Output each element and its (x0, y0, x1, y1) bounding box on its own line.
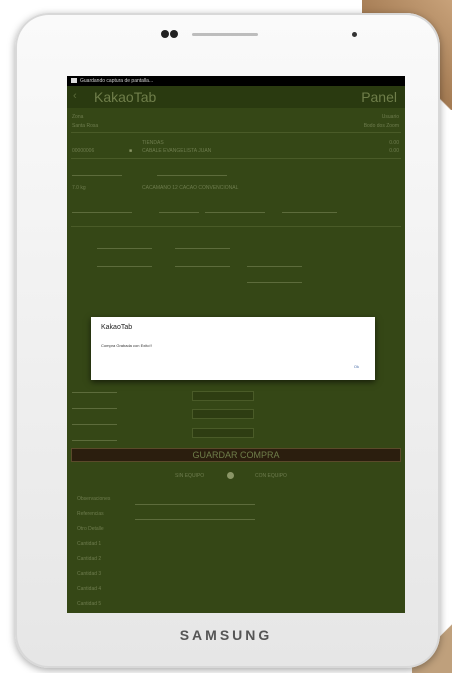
quantity-field[interactable] (72, 204, 132, 213)
notes-field[interactable] (135, 496, 255, 505)
note-label: Otro Detalle (77, 526, 104, 532)
entry-field[interactable] (72, 400, 117, 409)
user-value: Bodo dos Zoom (363, 123, 399, 129)
zone-value: Santa Rosa (72, 123, 99, 129)
entry-field[interactable] (72, 384, 117, 393)
panel-button[interactable]: Panel (361, 89, 397, 105)
app-bar: ‹ KakaoTab Panel (67, 86, 405, 108)
save-purchase-button[interactable]: GUARDAR COMPRA (71, 448, 401, 462)
discount-field[interactable] (282, 204, 337, 213)
price-field[interactable] (157, 167, 227, 176)
status-bar: Guardando captura de pantalla... (67, 76, 405, 86)
note-label: Cantidad 5 (77, 601, 102, 607)
status-text: Guardando captura de pantalla... (80, 78, 154, 84)
divider (71, 158, 401, 159)
humidity-field[interactable] (205, 204, 265, 213)
back-arrow-icon[interactable]: ‹ (73, 90, 77, 102)
input-box[interactable] (192, 428, 254, 438)
radio-with-label: CON EQUIPO (255, 473, 287, 479)
note-label: Cantidad 1 (77, 541, 102, 547)
unit-field[interactable] (159, 204, 199, 213)
input-box[interactable] (192, 409, 254, 419)
device-brand: SAMSUNG (179, 627, 273, 643)
client-marker-icon: ■ (129, 148, 133, 154)
amount-2: 0.00 (389, 148, 399, 154)
note-label: Cantidad 2 (77, 556, 102, 562)
notes-field[interactable] (135, 511, 255, 520)
light-sensor (352, 32, 357, 37)
note-label: Cantidad 3 (77, 571, 102, 577)
divider (71, 226, 401, 227)
weight-field[interactable] (72, 167, 122, 176)
speaker-grille (192, 33, 258, 36)
entry-field[interactable] (175, 258, 230, 267)
dialog-title: KakaoTab (101, 324, 133, 331)
divider (71, 132, 401, 133)
client-code: 00000006 (72, 148, 95, 154)
weight-value: 7.0 kg (72, 185, 86, 191)
entry-field[interactable] (97, 240, 152, 249)
front-camera-icon (161, 30, 181, 38)
radio-without-label: SIN EQUIPO (175, 473, 205, 479)
note-label: Cantidad 4 (77, 586, 102, 592)
note-label: Observaciones (77, 496, 111, 502)
entry-field[interactable] (72, 416, 117, 425)
radio-without[interactable] (227, 472, 234, 479)
entry-field[interactable] (247, 258, 302, 267)
entry-field[interactable] (72, 432, 117, 441)
dialog-message: Compra Grabada con Exito!! (101, 343, 152, 348)
user-label: Usuario (381, 114, 399, 120)
input-box[interactable] (192, 391, 254, 401)
amount-1: 0.00 (389, 140, 399, 146)
entry-field[interactable] (247, 274, 302, 283)
entry-field[interactable] (175, 240, 230, 249)
zone-label: Zona (72, 114, 84, 120)
screenshot-icon (71, 78, 77, 84)
client-type: TIENDAS (142, 140, 164, 146)
dialog-ok-button[interactable]: Ok (354, 364, 359, 369)
tablet-screen: Guardando captura de pantalla... ‹ Kakao… (67, 76, 405, 613)
entry-field[interactable] (97, 258, 152, 267)
alert-dialog: KakaoTab Compra Grabada con Exito!! Ok (91, 317, 375, 380)
note-label: Referencias (77, 511, 104, 517)
product-name: CACAMANO 12 CACAO CONVENCIONAL (142, 185, 239, 191)
app-title: KakaoTab (94, 89, 157, 105)
client-name: CABALE EVANGELISTA JUAN (142, 148, 212, 154)
